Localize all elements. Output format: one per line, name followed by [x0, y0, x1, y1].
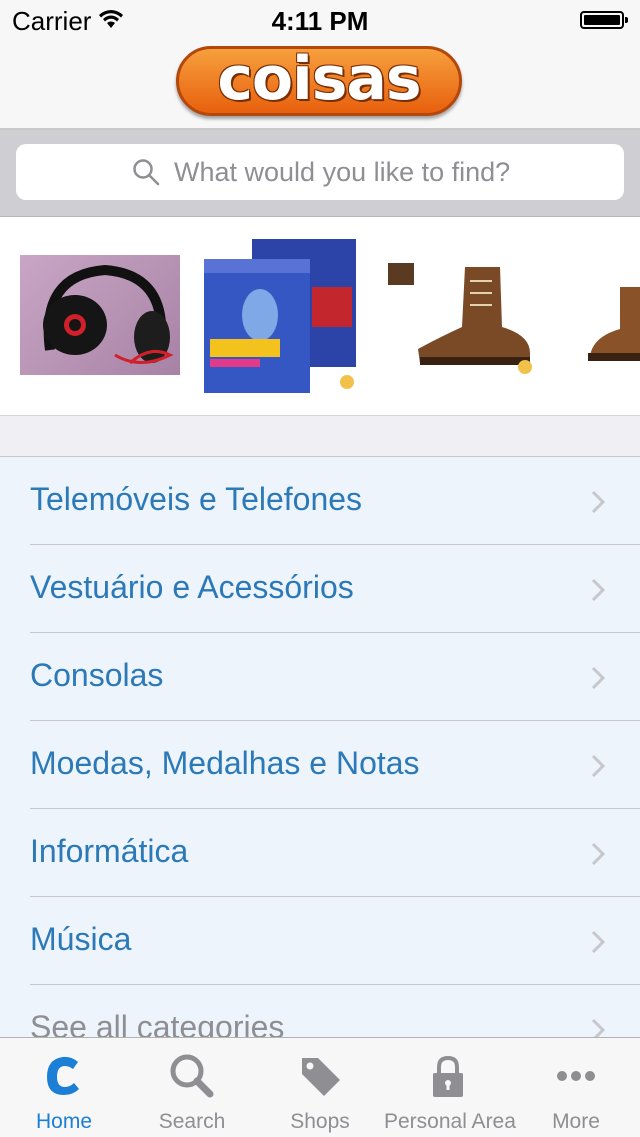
search-bar-container: What would you like to find? [0, 130, 640, 217]
chevron-right-icon [591, 930, 606, 954]
headphones-image [43, 264, 174, 365]
category-label: Moedas, Medalhas e Notas [30, 745, 420, 781]
more-dots-icon [557, 1071, 595, 1081]
category-label: Telemóveis e Telefones [30, 481, 363, 517]
tab-search[interactable]: Search [128, 1038, 256, 1137]
category-row[interactable]: Consolas [0, 633, 640, 721]
headphones-thumbnail[interactable] [20, 255, 180, 375]
chevron-right-icon [591, 490, 606, 514]
chevron-right-icon [591, 1018, 606, 1037]
home-c-icon [47, 1056, 79, 1095]
search-icon [133, 159, 160, 186]
coisas-logo[interactable]: coisas [176, 46, 462, 116]
boot-image-partial [588, 287, 640, 361]
search-input[interactable]: What would you like to find? [16, 144, 624, 200]
category-row[interactable]: Informática [0, 809, 640, 897]
tab-search-label: Search [158, 1110, 226, 1133]
section-spacer [0, 416, 640, 457]
tab-more-label: More [552, 1110, 600, 1133]
quit-smoking-book-thumbnail[interactable] [200, 237, 360, 395]
battery-icon [580, 11, 628, 29]
search-placeholder: What would you like to find? [174, 157, 511, 187]
category-row[interactable]: Vestuário e Acessórios [0, 545, 640, 633]
search-icon [170, 1054, 214, 1098]
status-time: 4:11 PM [271, 6, 369, 36]
category-list: Telemóveis e Telefones Vestuário e Acess… [0, 457, 640, 1037]
category-row[interactable]: Música [0, 897, 640, 985]
featured-carousel[interactable] [0, 217, 640, 416]
tab-shops-label: Shops [290, 1110, 350, 1133]
tab-personal-area[interactable]: Personal Area [384, 1038, 516, 1137]
tab-home[interactable]: Home [0, 1038, 128, 1137]
boot-image [388, 263, 532, 374]
category-label: Consolas [30, 657, 164, 693]
tab-home-label: Home [35, 1110, 93, 1133]
chevron-right-icon [591, 578, 606, 602]
book-image [204, 239, 356, 393]
chevron-right-icon [591, 842, 606, 866]
category-label: Vestuário e Acessórios [30, 569, 354, 605]
lock-icon [433, 1055, 463, 1097]
leather-boot-thumbnail[interactable] [380, 257, 540, 377]
category-row[interactable]: Telemóveis e Telefones [0, 457, 640, 545]
see-all-categories-label: See all categories [30, 1009, 285, 1037]
app-header: Carrier 4:11 PM coisas [0, 0, 640, 130]
chevron-right-icon [591, 666, 606, 690]
category-label: Informática [30, 833, 189, 869]
category-row[interactable]: Moedas, Medalhas e Notas [0, 721, 640, 809]
chevron-right-icon [591, 754, 606, 778]
category-label: Música [30, 921, 132, 957]
tab-more[interactable]: More [512, 1038, 640, 1137]
status-bar: Carrier 4:11 PM [0, 0, 640, 40]
tag-icon [302, 1058, 340, 1096]
see-all-categories-row[interactable]: See all categories [0, 985, 640, 1037]
tab-shops[interactable]: Shops [256, 1038, 384, 1137]
tab-personal-area-label: Personal Area [384, 1110, 516, 1133]
boot-thumbnail-partial[interactable] [560, 257, 640, 377]
tab-bar: Home Search Shops Personal Area More [0, 1037, 640, 1137]
